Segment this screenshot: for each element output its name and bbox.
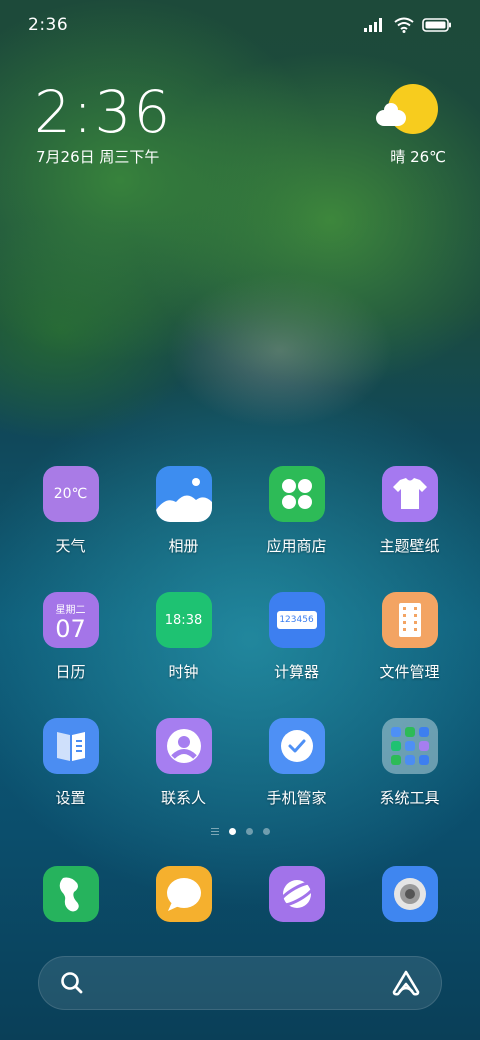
- page-dot[interactable]: [245, 828, 253, 835]
- app-calculator[interactable]: 123456 计算器: [240, 592, 353, 704]
- app-phone-manager[interactable]: 手机管家: [240, 718, 353, 830]
- page-indicator: [0, 828, 480, 835]
- app-label: 天气: [55, 537, 86, 555]
- page-indicator-menu-icon: [210, 828, 219, 835]
- status-icons: [364, 17, 452, 33]
- app-label: 日历: [55, 663, 86, 681]
- dock-app-messages[interactable]: [127, 866, 240, 922]
- app-label: 时钟: [168, 663, 199, 681]
- app-system-tools[interactable]: 系统工具: [353, 718, 466, 830]
- app-store-icon: [268, 466, 325, 522]
- weather-text: 晴 26℃: [390, 148, 446, 166]
- app-grid: 20℃ 天气 相册 应用商店 主题壁纸 星期二 07 日历 18:38 时钟 1…: [14, 466, 466, 830]
- status-bar: 2:36: [0, 0, 480, 50]
- clock-icon: 18:38: [155, 592, 212, 648]
- dock-app-browser[interactable]: [240, 866, 353, 922]
- app-weather[interactable]: 20℃ 天气: [14, 466, 127, 578]
- app-label: 系统工具: [379, 789, 440, 807]
- dock-app-phone[interactable]: [14, 866, 127, 922]
- page-dot[interactable]: [228, 828, 236, 835]
- wifi-icon: [394, 17, 414, 33]
- app-label: 文件管理: [379, 663, 440, 681]
- app-label: 设置: [55, 789, 86, 807]
- app-contacts[interactable]: 联系人: [127, 718, 240, 830]
- camera-icon: [381, 866, 438, 922]
- app-label: 相册: [168, 537, 199, 555]
- phone-icon: [42, 866, 99, 922]
- contacts-icon: [155, 718, 212, 774]
- app-clock[interactable]: 18:38 时钟: [127, 592, 240, 704]
- settings-book-icon: [42, 718, 99, 774]
- calculator-icon: 123456: [268, 592, 325, 648]
- app-themes[interactable]: 主题壁纸: [353, 466, 466, 578]
- app-label: 应用商店: [266, 537, 327, 555]
- clock-widget-date: 7月26日 周三下午: [36, 148, 160, 166]
- app-gallery[interactable]: 相册: [127, 466, 240, 578]
- gallery-icon: [155, 466, 212, 522]
- app-calendar[interactable]: 星期二 07 日历: [14, 592, 127, 704]
- calendar-icon: 星期二 07: [42, 592, 99, 648]
- app-label: 主题壁纸: [379, 537, 440, 555]
- page-dot[interactable]: [262, 828, 270, 835]
- app-label: 手机管家: [266, 789, 327, 807]
- app-label: 计算器: [273, 663, 319, 681]
- weather-widget[interactable]: 晴 26℃: [376, 80, 446, 170]
- clock-widget-time[interactable]: 2:36: [34, 78, 172, 146]
- app-store[interactable]: 应用商店: [240, 466, 353, 578]
- battery-icon: [422, 18, 451, 32]
- app-file-manager[interactable]: 文件管理: [353, 592, 466, 704]
- status-time: 2:36: [28, 15, 69, 35]
- system-tools-folder-icon: [381, 718, 438, 774]
- search-icon[interactable]: [59, 970, 85, 996]
- dock-app-camera[interactable]: [353, 866, 466, 922]
- app-label: 联系人: [160, 789, 206, 807]
- file-manager-icon: [381, 592, 438, 648]
- app-settings[interactable]: 设置: [14, 718, 127, 830]
- signal-icon: [364, 18, 382, 32]
- browser-icon: [268, 866, 325, 922]
- search-bar[interactable]: [38, 956, 442, 1010]
- dock: [14, 866, 466, 922]
- phone-manager-icon: [268, 718, 325, 774]
- messages-icon: [155, 866, 212, 922]
- weather-icon: 20℃: [42, 466, 99, 522]
- assistant-icon[interactable]: [391, 969, 421, 997]
- theme-shirt-icon: [381, 466, 438, 522]
